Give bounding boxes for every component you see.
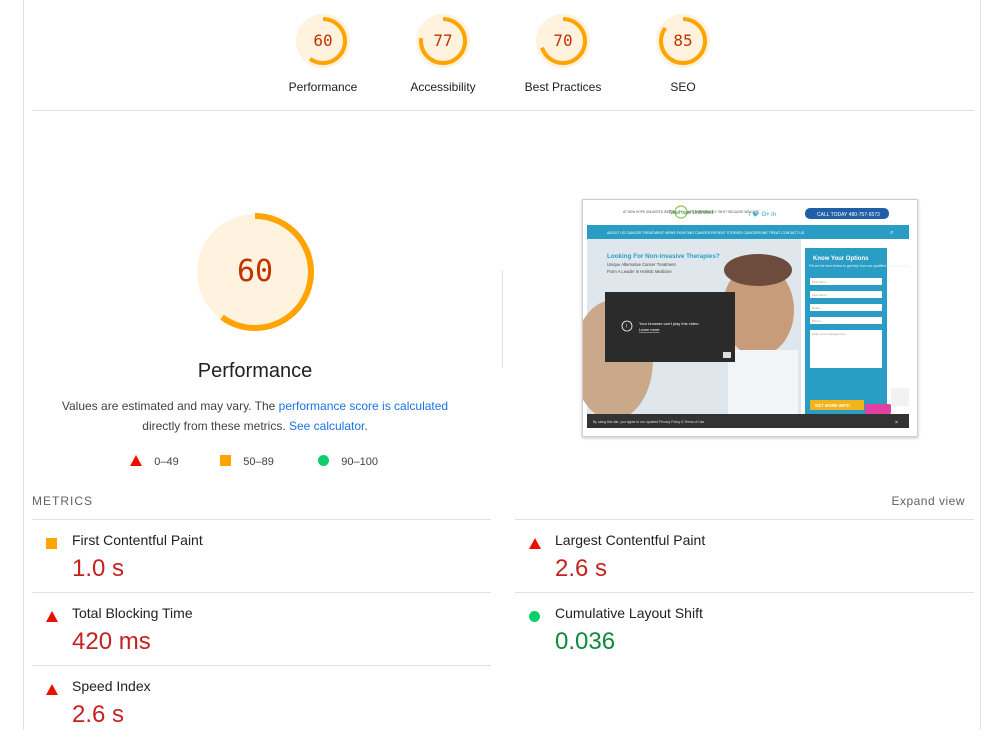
doctor-coat (728, 350, 798, 417)
gauge-score: 85 (673, 31, 693, 50)
performance-score: 60 (236, 254, 274, 289)
fail-triangle-icon (46, 608, 58, 626)
gauge-label: Accessibility (410, 80, 476, 94)
final-screenshot[interactable]: AT NEW HOPE UNLIMITED WE TREAT CANCER DI… (582, 199, 918, 437)
hero-headline: Looking For Non-invasive Therapies? (607, 253, 720, 260)
svg-text:Email: Email (812, 306, 820, 310)
site-nav-text: ABOUT US CANCER TREATMENT NEWS FIGHTING … (607, 231, 805, 235)
desc-text: directly from these metrics. (142, 419, 289, 433)
svg-text:Phone: Phone (812, 319, 821, 323)
performance-description: Values are estimated and may vary. The p… (55, 396, 455, 436)
category-gauges: 60 Performance 77 Accessibility 70 Best … (0, 10, 993, 100)
gauge-score: 60 (313, 31, 333, 50)
site-search-icon: ⌕ (890, 230, 893, 236)
call-text: CALL TODAY 480-757-6573 (817, 212, 880, 218)
legend-average-label: 50–89 (243, 456, 274, 468)
gauge-accessibility[interactable]: 77 Accessibility (388, 10, 498, 94)
desc-text: . (364, 419, 368, 433)
gauge-label: Performance (288, 80, 358, 94)
gauge-performance[interactable]: 60 Performance (268, 10, 378, 94)
metric-name: Largest Contentful Paint (555, 532, 706, 548)
metric-total-blocking-time: Total Blocking Time 420 ms (32, 592, 491, 664)
pass-circle-icon (529, 608, 540, 626)
svg-text:!: ! (626, 324, 627, 330)
legend-pass-label: 90–100 (341, 456, 378, 468)
gauge-best-practices[interactable]: 70 Best Practices (508, 10, 618, 94)
form-title: Know Your Options (813, 256, 869, 262)
gauge-score: 77 (433, 31, 453, 50)
metric-value: 1.0 s (72, 555, 125, 582)
metric-value: 2.6 s (72, 701, 125, 728)
see-calculator-link[interactable]: See calculator (289, 419, 364, 433)
svg-text:First Name: First Name (812, 280, 827, 284)
hero-sub2: From A Leader In Holistic Medicine (607, 269, 672, 274)
metric-value: 420 ms (72, 628, 151, 655)
recaptcha-badge (891, 388, 909, 406)
metric-largest-contentful-paint: Largest Contentful Paint 2.6 s (515, 519, 974, 591)
video-message: Your browser can't play this video. (639, 321, 699, 326)
legend-fail-label: 0–49 (154, 456, 179, 468)
metric-speed-index: Speed Index 2.6 s (32, 665, 491, 737)
fail-triangle-icon (130, 455, 142, 466)
video-box (605, 292, 735, 362)
fail-triangle-icon (46, 681, 58, 699)
site-brand: NewHope Unlimited (669, 210, 713, 216)
svg-text:Last Name: Last Name (812, 293, 827, 297)
metric-name: Cumulative Layout Shift (555, 605, 703, 621)
pass-circle-icon (318, 455, 329, 466)
video-learn-more: Learn more (639, 327, 660, 332)
svg-text:Write your message here: Write your message here (812, 332, 846, 336)
gauge-label: SEO (670, 80, 696, 94)
metric-name: Speed Index (72, 678, 151, 694)
average-square-icon (220, 455, 231, 466)
gauge-seo[interactable]: 85 SEO (628, 10, 738, 94)
metric-cumulative-layout-shift: Cumulative Layout Shift 0.036 (515, 592, 974, 664)
chat-button (865, 404, 891, 414)
desc-text: Values are estimated and may vary. The (61, 399, 279, 413)
expand-view-toggle[interactable]: Expand view (891, 494, 965, 508)
gauge-label: Best Practices (524, 80, 602, 94)
form-submit-label: GET MORE INFO! (815, 403, 850, 408)
form-field (810, 317, 882, 324)
cookie-close-icon: × (895, 420, 898, 426)
score-calculated-link[interactable]: performance score is calculated (279, 399, 448, 413)
legend-pass: 90–100 (318, 455, 378, 468)
cookie-text: By using this site, you agree to our upd… (593, 420, 705, 424)
legend-fail: 0–49 (130, 455, 179, 468)
metric-first-contentful-paint: First Contentful Paint 1.0 s (32, 519, 491, 591)
legend-average: 50–89 (220, 455, 274, 468)
form-subtitle: Fill out the form below to get help from… (809, 264, 910, 268)
hero-sub1: Unique Alternative Cancer Treatment (607, 262, 677, 267)
performance-title: Performance (197, 360, 313, 382)
metric-value: 0.036 (555, 628, 616, 655)
metrics-title: METRICS (32, 494, 93, 508)
metric-name: Total Blocking Time (72, 605, 193, 621)
metric-name: First Contentful Paint (72, 532, 203, 548)
average-square-icon (46, 535, 57, 553)
screenshot-image: AT NEW HOPE UNLIMITED WE TREAT CANCER DI… (583, 200, 917, 436)
metric-value: 2.6 s (555, 555, 608, 582)
social-icons: f 🐦 G+ in (749, 211, 776, 218)
gauge-score: 70 (553, 31, 573, 50)
fail-triangle-icon (529, 535, 541, 553)
form-field (810, 304, 882, 311)
vertical-separator (502, 270, 503, 368)
header-divider (32, 110, 974, 111)
